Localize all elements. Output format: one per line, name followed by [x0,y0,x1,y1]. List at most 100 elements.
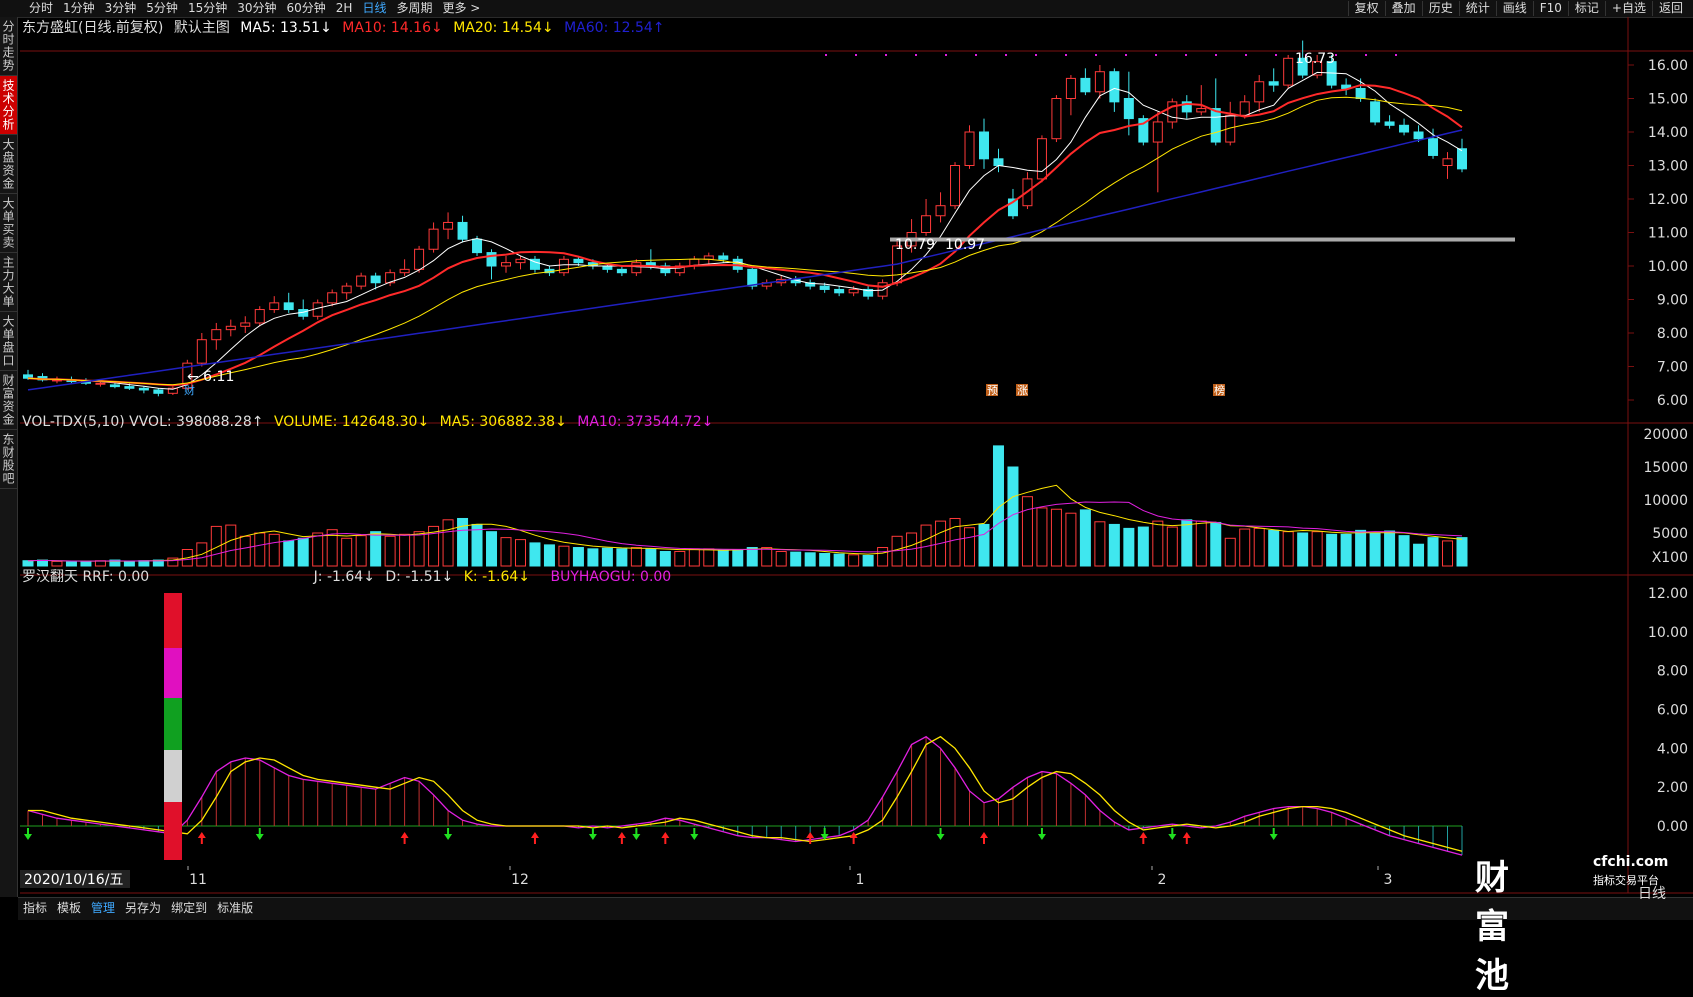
vol-ma10-value: MA10: 373544.72↓ [577,414,714,430]
candle-body [1239,101,1250,116]
volume-bar [1427,537,1439,567]
bottom-bar: 指标 模板 管理 另存为 绑定到 标准版 [18,897,1693,920]
volume-bar [1181,519,1193,567]
candle-body [979,131,989,160]
buy-arrow-icon [617,832,626,844]
volume-bar [804,552,816,567]
signal-dot [1185,54,1187,56]
chart-canvas[interactable]: 16.0015.0014.0013.0012.0011.0010.009.008… [0,0,1693,919]
candle-body [1210,108,1221,143]
candle-body [631,262,642,274]
template-select[interactable]: 默认主图 [174,20,230,36]
signal-dot [1155,54,1157,56]
candle-body [1065,77,1076,100]
indicator-name[interactable]: 罗汉翻天 RRF: 0.00 [22,569,149,585]
volume-bar [1224,537,1236,567]
volume-bar [1253,527,1265,567]
tag-cai: 财 [184,383,195,397]
volume-bar [674,550,686,567]
price-tick-label: 9.00 [1657,293,1688,309]
bottom-tab-2[interactable]: 管理 [86,898,120,918]
candle-body [964,131,975,166]
vol-tick-label: 20000 [1643,427,1688,443]
price-label-b: 10.97 [945,237,985,253]
candle-body [1355,87,1366,99]
vol-tick-label: 15000 [1643,460,1688,476]
candle-body [283,302,294,311]
signal-dot [885,54,887,56]
volume-bar [413,531,425,567]
candle-body [819,285,830,290]
candle-body [1283,57,1294,86]
candle-body [341,285,352,294]
volume-bar [486,531,498,567]
bottom-tab-4[interactable]: 绑定到 [166,898,212,918]
tag-yu: 预 [987,384,998,397]
bottom-tab-0[interactable]: 指标 [18,898,52,918]
logo-url: cfchi.com [1593,854,1669,870]
vol-tick-label: X100 [1652,550,1688,566]
candle-body [1457,148,1467,170]
stock-title[interactable]: 东方盛虹(日线.前复权) [22,20,163,36]
ind-tick-label: 8.00 [1657,664,1688,680]
volume-bar [1326,533,1338,567]
volume-bar [1398,535,1410,567]
candle-body [558,258,569,274]
vol-indicator-name[interactable]: VOL-TDX(5,10) VVOL: 398088.28↑ [22,414,263,430]
volume-bar [1268,529,1280,567]
volume-bar [1297,532,1309,567]
volume-bar [1456,537,1468,567]
ma60-line [27,129,1463,391]
volume-bar [992,445,1004,567]
ind-tick-label: 6.00 [1657,703,1688,719]
volume-bar [268,533,280,567]
signal-dot [1275,54,1277,56]
ma20-label: MA20: 14.54↓ [453,20,554,36]
month-label: 11 [189,872,207,888]
candle-body [501,262,511,267]
price-tick-label: 11.00 [1648,226,1688,242]
low-label: ← 6.11 [187,369,234,385]
bottom-tab-1[interactable]: 模板 [52,898,86,918]
volume-bar [1340,533,1352,567]
month-label: 1 [856,872,865,888]
signal-dot [945,54,947,56]
bottom-tabs: 指标 模板 管理 另存为 绑定到 标准版 [18,898,1693,918]
volume-bar [688,548,700,567]
price-tick-label: 12.00 [1648,192,1688,208]
sell-arrow-icon [24,828,32,840]
sell-arrow-icon [632,828,641,840]
candle-body [370,275,381,284]
volume-bar [587,548,599,567]
ind-tick-label: 4.00 [1657,741,1688,757]
bottom-tab-5[interactable]: 标准版 [212,898,258,918]
volume-bar [1311,531,1323,567]
signal-dot [1035,54,1037,56]
volume-bar [1355,529,1367,567]
price-tick-label: 7.00 [1657,360,1688,376]
volume-bar [370,531,382,567]
price-tick-label: 8.00 [1657,326,1688,342]
sell-arrow-icon [1269,828,1278,840]
signal-dot [1005,54,1007,56]
volume-bar [877,547,889,567]
candle-body [1399,124,1410,133]
ind-tick-label: 10.00 [1648,625,1688,641]
candle-body [124,386,135,389]
volume-bar [1079,509,1091,567]
volume-bar [1137,526,1149,567]
volume-bar [529,542,541,567]
volume-bar [355,535,367,567]
price-tick-label: 16.00 [1648,58,1688,74]
volume-bar [283,540,295,567]
volume-bar [703,548,715,567]
ma60-label: MA60: 12.54↑ [564,20,665,36]
ind-tick-label: 0.00 [1657,819,1688,835]
sell-arrow-icon [690,828,699,840]
volume-bar [1384,530,1396,567]
candle-body [225,325,236,331]
candle-body [1413,131,1424,140]
volume-bar [399,533,411,567]
price-tick-label: 15.00 [1648,92,1688,108]
bottom-tab-3[interactable]: 另存为 [120,898,166,918]
